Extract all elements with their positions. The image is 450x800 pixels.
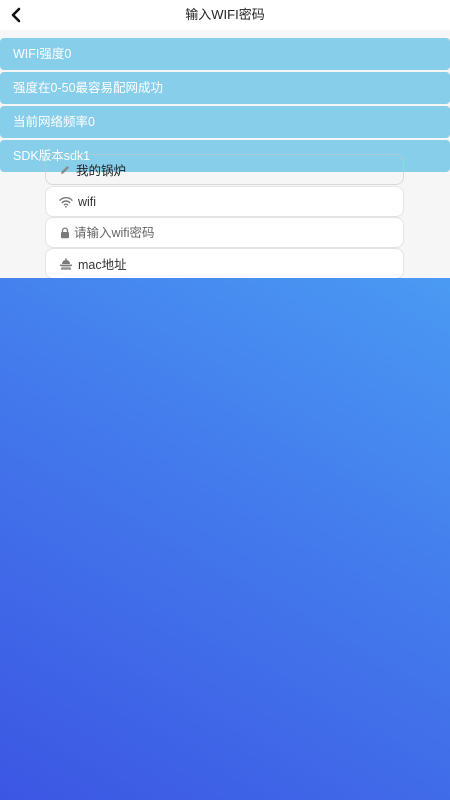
gradient-panel [0,278,450,800]
lock-icon [58,226,72,240]
page-title: 输入WIFI密码 [185,7,265,22]
mac-address-value: mac地址 [78,258,127,272]
boiler-name-field[interactable]: 我的锅炉 [45,154,404,185]
wifi-name-value: wifi [78,194,97,209]
strength-hint-row: 强度在0-50最容易配网成功 [0,72,450,104]
top-bar: 输入WIFI密码 [0,0,450,30]
wifi-strength-row: WIFI强度0 [0,38,450,70]
boiler-name-value: 我的锅炉 [76,164,127,178]
mac-device-icon [59,257,73,271]
password-input[interactable] [74,218,403,247]
password-field[interactable] [45,217,404,248]
mac-address-field[interactable]: mac地址 [45,248,404,279]
wifi-password-screen: 输入WIFI密码 WIFI强度0 强度在0-50最容易配网成功 当前网络频率0 … [0,0,450,800]
wifi-name-field[interactable]: wifi [45,186,404,217]
network-frequency-row: 当前网络频率0 [0,106,450,138]
pencil-icon [58,163,72,177]
wifi-icon [59,195,73,209]
